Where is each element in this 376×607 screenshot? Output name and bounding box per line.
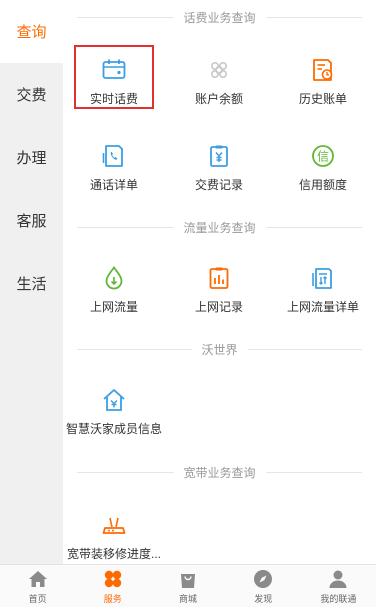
broadband-progress-item[interactable]: 宽带装移修进度...: [64, 510, 164, 564]
data-list-icon: [312, 268, 332, 289]
tab-label: 我的联通: [320, 593, 357, 604]
item-label: 实时话费: [89, 92, 138, 106]
item-label: 交费记录: [194, 178, 243, 192]
call-record-icon: [102, 145, 123, 167]
sidebar-item-handle[interactable]: 办理: [0, 126, 63, 189]
divider: [77, 226, 174, 228]
divider: [77, 348, 192, 350]
compass-icon: [254, 569, 273, 588]
tab-home[interactable]: 首页: [0, 565, 75, 607]
unicom-knot-icon: [211, 62, 228, 79]
calendar-wallet-icon: [102, 59, 126, 79]
tab-mall[interactable]: 商城: [150, 565, 225, 607]
tab-label: 首页: [28, 593, 47, 604]
item-label: 智慧沃家成员信息: [65, 422, 162, 436]
service-grid-icon: [104, 570, 121, 587]
service-content: 话费业务查询 实时话费 账户余额 历史账单 通话详单 交费记录 信 信用额度 流…: [63, 0, 376, 564]
category-sidebar: 查询 交费 办理 客服 生活: [0, 0, 63, 564]
section-title: 流量业务查询: [183, 220, 256, 235]
sidebar-item-query[interactable]: 查询: [0, 0, 63, 63]
section-title: 话费业务查询: [183, 10, 256, 25]
data-record-item[interactable]: 上网记录: [169, 263, 269, 323]
shopping-bag-icon: [181, 573, 195, 588]
credit-badge-icon: 信: [312, 145, 334, 167]
call-detail-item[interactable]: 通话详单: [64, 141, 164, 201]
divider: [265, 16, 363, 18]
bill-clock-icon: [313, 59, 333, 81]
divider: [77, 16, 174, 18]
data-usage-item[interactable]: 上网流量: [64, 263, 164, 323]
payment-record-item[interactable]: 交费记录: [169, 141, 269, 201]
sidebar-item-life[interactable]: 生活: [0, 252, 63, 315]
sidebar-item-service[interactable]: 客服: [0, 189, 63, 252]
tab-label: 商城: [179, 593, 198, 604]
credit-limit-item[interactable]: 信 信用额度: [273, 141, 373, 201]
tab-label: 发现: [254, 593, 273, 604]
divider: [265, 471, 363, 473]
section-header-broadband: 宽带业务查询: [77, 462, 363, 482]
user-icon: [329, 570, 347, 588]
section-header-wo: 沃世界: [77, 339, 363, 359]
router-icon: [102, 517, 126, 534]
divider: [265, 226, 363, 228]
item-label: 信用额度: [298, 178, 347, 192]
divider: [247, 348, 363, 350]
item-label: 上网流量详单: [286, 300, 359, 314]
tab-my-unicom[interactable]: 我的联通: [301, 565, 376, 607]
section-title: 宽带业务查询: [183, 465, 256, 480]
item-label: 通话详单: [89, 178, 138, 192]
divider: [77, 471, 174, 473]
yen-clipboard-icon: [210, 145, 228, 167]
tab-label: 服务: [103, 593, 122, 604]
item-label: 历史账单: [298, 92, 347, 106]
smart-family-item[interactable]: 智慧沃家成员信息: [64, 385, 164, 445]
sidebar-item-payment[interactable]: 交费: [0, 63, 63, 126]
item-label: 上网流量: [89, 300, 138, 314]
tab-service[interactable]: 服务: [75, 565, 150, 607]
data-detail-item[interactable]: 上网流量详单: [273, 263, 373, 323]
svg-text:信: 信: [317, 150, 329, 164]
item-label: 账户余额: [194, 92, 243, 106]
section-header-fee: 话费业务查询: [77, 7, 363, 27]
section-title: 沃世界: [201, 342, 238, 357]
history-bill-item[interactable]: 历史账单: [273, 55, 373, 115]
water-drop-icon: [105, 265, 123, 290]
bottom-tab-bar: 首页 服务 商城 发现 我的联通: [0, 564, 376, 607]
section-header-traffic: 流量业务查询: [77, 217, 363, 237]
item-label: 宽带装移修进度...: [66, 547, 161, 561]
house-icon: [103, 389, 125, 411]
item-label: 上网记录: [194, 300, 243, 314]
realtime-fee-item[interactable]: 实时话费: [64, 55, 164, 115]
tab-discover[interactable]: 发现: [226, 565, 301, 607]
bar-chart-doc-icon: [209, 267, 229, 289]
balance-item[interactable]: 账户余额: [169, 55, 269, 115]
home-icon: [28, 570, 47, 587]
